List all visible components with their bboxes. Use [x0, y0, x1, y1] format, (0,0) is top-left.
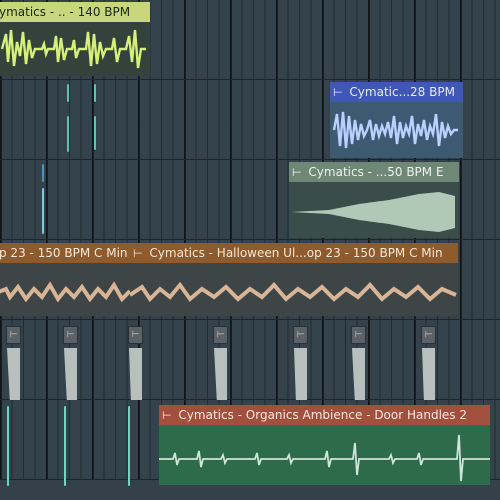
clip-waveform	[130, 263, 458, 316]
clip-marker[interactable]	[67, 84, 69, 102]
arrow-right-bar-icon: ⊢	[133, 247, 143, 260]
slice-marker-icon[interactable]: ⊢	[63, 326, 78, 344]
clip-header[interactable]: ymatics - .. - 140 BPM	[0, 2, 150, 22]
slice-waveform	[63, 348, 78, 404]
audio-clip-4b[interactable]: ⊢ Cymatics - Halloween Ul...op 23 - 150 …	[130, 243, 458, 316]
audio-clip-6[interactable]: ⊢ Cymatics - Organics Ambience - Door Ha…	[159, 405, 490, 485]
track-row-4[interactable]: p 23 - 150 BPM C Min ⊢ Cymatics - Hallow…	[0, 240, 500, 320]
slice-marker-icon[interactable]: ⊢	[351, 326, 366, 344]
track-row-5[interactable]: ⊢ ⊢ ⊢ ⊢ ⊢ ⊢ ⊢	[0, 320, 500, 404]
track-row-6[interactable]: ⊢ Cymatics - Organics Ambience - Door Ha…	[0, 400, 500, 486]
track-row-2[interactable]: ⊢ Cymatic...28 BPM	[0, 80, 500, 160]
clip-marker[interactable]	[67, 116, 69, 152]
clip-waveform	[0, 263, 132, 316]
arrow-right-bar-icon: ⊢	[333, 86, 343, 99]
track-row-1[interactable]: ymatics - .. - 140 BPM	[0, 0, 500, 80]
slice-marker-icon[interactable]: ⊢	[6, 326, 21, 344]
slice-marker-icon[interactable]: ⊢	[128, 326, 143, 344]
clip-waveform	[289, 182, 459, 238]
clip-header[interactable]: ⊢ Cymatic...28 BPM	[330, 82, 463, 102]
track-row-3[interactable]: ⊢ Cymatics - ...50 BPM E	[0, 160, 500, 240]
clip-title: Cymatics - ...50 BPM E	[308, 165, 444, 179]
playlist-area[interactable]: ymatics - .. - 140 BPM ⊢ Cymatic...28 BP…	[0, 0, 500, 500]
clip-marker[interactable]	[128, 406, 130, 486]
clip-marker[interactable]	[7, 406, 9, 486]
clip-marker[interactable]	[94, 116, 96, 150]
clip-header[interactable]: ⊢ Cymatics - Halloween Ul...op 23 - 150 …	[130, 243, 458, 263]
slice-waveform	[351, 348, 366, 404]
slice-marker-icon[interactable]: ⊢	[421, 326, 436, 344]
clip-header[interactable]: p 23 - 150 BPM C Min	[0, 243, 132, 263]
clip-waveform	[330, 102, 463, 158]
clip-waveform	[159, 425, 490, 485]
slice-waveform	[421, 348, 436, 404]
clip-title: p 23 - 150 BPM C Min	[0, 246, 128, 260]
audio-clip-1[interactable]: ymatics - .. - 140 BPM	[0, 2, 150, 76]
clip-header[interactable]: ⊢ Cymatics - ...50 BPM E	[289, 162, 459, 182]
clip-marker[interactable]	[64, 406, 66, 486]
slice-waveform	[6, 348, 21, 404]
slice-waveform	[213, 348, 228, 404]
audio-clip-2[interactable]: ⊢ Cymatic...28 BPM	[330, 82, 463, 158]
arrow-right-bar-icon: ⊢	[162, 409, 172, 422]
slice-waveform	[293, 348, 308, 404]
clip-title: Cymatics - Halloween Ul...op 23 - 150 BP…	[149, 246, 443, 260]
clip-title: Cymatics - Organics Ambience - Door Hand…	[178, 408, 468, 422]
slice-waveform	[128, 348, 143, 404]
audio-clip-4a[interactable]: p 23 - 150 BPM C Min	[0, 243, 132, 316]
clip-title: ymatics - .. - 140 BPM	[0, 5, 131, 19]
arrow-right-bar-icon: ⊢	[292, 166, 302, 179]
clip-title: Cymatic...28 BPM	[349, 85, 455, 99]
clip-waveform	[0, 22, 150, 76]
slice-marker-icon[interactable]: ⊢	[213, 326, 228, 344]
clip-marker[interactable]	[42, 188, 44, 234]
clip-marker[interactable]	[42, 164, 44, 182]
slice-marker-icon[interactable]: ⊢	[293, 326, 308, 344]
audio-clip-3[interactable]: ⊢ Cymatics - ...50 BPM E	[289, 162, 459, 238]
clip-marker[interactable]	[94, 84, 96, 102]
clip-header[interactable]: ⊢ Cymatics - Organics Ambience - Door Ha…	[159, 405, 490, 425]
